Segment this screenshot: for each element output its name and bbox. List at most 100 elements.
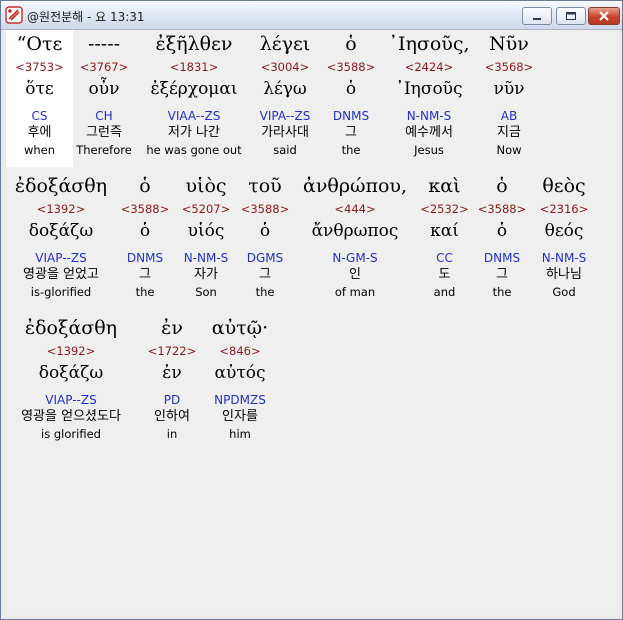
word-column[interactable]: ἀνθρώπου, <444> ἄνθρωπος N-GM-S 인 of man [296, 172, 414, 309]
word-column[interactable]: υἱὸς <5207> υἱός N-NM-S 자가 Son [175, 172, 237, 309]
strong-number: <2316> [539, 202, 589, 216]
greek-word: ᾿Ιησοῦς, [388, 33, 470, 55]
parsing-code: N-NM-S [183, 251, 229, 265]
strong-number: <3568> [484, 60, 534, 74]
korean-gloss: 후에 [27, 125, 52, 140]
word-column[interactable]: ἐδοξάσθη <1392> δοξάζω VIAP--ZS 영광을 얻었고 … [6, 172, 116, 309]
lemma: δοξάζω [28, 221, 94, 241]
lemma: θεός [544, 221, 584, 241]
word-column[interactable]: ᾿Ιησοῦς, <2424> ᾿Ιησοῦς N-NM-S 예수께서 Jesu… [384, 30, 474, 167]
word-column[interactable]: ἐξῆλθεν <1831> ἐξέρχομαι VIAA--ZS 저가 나간 … [139, 30, 249, 167]
word-column[interactable]: ἐδοξάσθη <1392> δοξάζω VIAP--ZS 영광을 얻으셨도… [6, 314, 136, 451]
lemma: ἐξέρχομαι [150, 79, 238, 99]
strong-number: <1722> [147, 344, 197, 358]
english-gloss: Therefore [76, 143, 132, 157]
app-logo-icon [5, 6, 23, 24]
greek-word: ἀνθρώπου, [303, 175, 407, 197]
word-column[interactable]: ὁ <3588> ὁ DNMS 그 the [475, 172, 529, 309]
greek-word: ὁ [345, 33, 357, 55]
strong-number: <5207> [181, 202, 231, 216]
english-gloss: Son [195, 285, 217, 299]
strong-number: <1831> [169, 60, 219, 74]
strong-number: <1392> [46, 344, 96, 358]
lemma: υἱός [187, 221, 225, 241]
word-column[interactable]: “Οτε <3753> ὅτε CS 후에 when [6, 30, 73, 167]
strong-number: <3588> [240, 202, 290, 216]
korean-gloss: 가라사대 [261, 125, 309, 140]
interlinear-view[interactable]: “Οτε <3753> ὅτε CS 후에 when ----- <3767> … [6, 30, 617, 615]
korean-gloss: 도 [438, 267, 451, 282]
word-column[interactable]: αὐτῷ· <846> αὐτός NPDMZS 인자를 him [204, 314, 276, 451]
word-column[interactable]: ὁ <3588> ὁ DNMS 그 the [324, 30, 378, 167]
parsing-code: CS [31, 109, 48, 123]
lemma: λέγω [263, 79, 307, 99]
english-gloss: in [166, 427, 178, 441]
english-gloss: and [433, 285, 456, 299]
greek-word: ἐξῆλθεν [155, 33, 233, 55]
english-gloss: is-glorified [30, 285, 92, 299]
parsing-code: DGMS [246, 251, 284, 265]
greek-word: ὁ [139, 175, 151, 197]
greek-word: ὁ [496, 175, 508, 197]
korean-gloss: 인 [349, 267, 361, 282]
strong-number: <444> [334, 202, 376, 216]
maximize-icon [566, 12, 576, 20]
korean-gloss: 예수께서 [405, 125, 453, 140]
strong-number: <3753> [15, 60, 64, 74]
maximize-button[interactable] [556, 7, 586, 25]
parsing-code: NPDMZS [214, 393, 266, 407]
greek-word: τοῦ [248, 175, 282, 197]
english-gloss: the [492, 285, 512, 299]
greek-word: καὶ [428, 175, 461, 197]
word-column[interactable]: θεὸς <2316> θεός N-NM-S 하나님 God [533, 172, 595, 309]
word-column[interactable]: ὁ <3588> ὁ DNMS 그 the [119, 172, 171, 309]
korean-gloss: 인자를 [222, 409, 258, 424]
strong-number: <2424> [404, 60, 454, 74]
strong-number: <846> [219, 344, 261, 358]
word-column[interactable]: τοῦ <3588> ὁ DGMS 그 the [238, 172, 292, 309]
korean-gloss: 하나님 [546, 267, 582, 282]
korean-gloss: 자가 [194, 267, 218, 282]
english-gloss: him [229, 427, 251, 441]
word-column[interactable]: καὶ <2532> καί CC 도 and [416, 172, 473, 309]
minimize-icon [533, 18, 541, 20]
greek-word: Νῦν [489, 33, 529, 55]
word-column[interactable]: Νῦν <3568> νῦν AB 지금 Now [480, 30, 538, 167]
parsing-code: VIAP--ZS [45, 393, 97, 407]
greek-word: ----- [87, 33, 121, 55]
parsing-code: N-NM-S [541, 251, 587, 265]
korean-gloss: 지금 [497, 125, 521, 140]
app-window: @원전분해 - 요 13:31 “Οτε <3753> ὅτε CS 후에 wh… [0, 0, 623, 620]
parsing-code: PD [163, 393, 181, 407]
korean-gloss: 영광을 얻었고 [23, 267, 99, 282]
parsing-code: AB [500, 109, 518, 123]
korean-gloss: 저가 나간 [168, 125, 220, 140]
lemma: καί [430, 221, 459, 241]
english-gloss: the [135, 285, 155, 299]
window-title: @원전분해 - 요 13:31 [27, 10, 145, 24]
minimize-button[interactable] [522, 7, 552, 25]
word-column[interactable]: ----- <3767> οὖν CH 그런즉 Therefore [76, 30, 132, 167]
english-gloss: Now [496, 143, 522, 157]
parsing-code: VIPA--ZS [259, 109, 311, 123]
title-bar[interactable]: @원전분해 - 요 13:31 [1, 1, 622, 30]
english-gloss: is glorified [41, 427, 101, 441]
word-column[interactable]: λέγει <3004> λέγω VIPA--ZS 가라사대 said [251, 30, 319, 167]
english-gloss: Jesus [414, 143, 444, 157]
greek-word: θεὸς [542, 175, 586, 197]
close-button[interactable] [588, 7, 620, 25]
english-gloss: the [341, 143, 361, 157]
parsing-code: VIAA--ZS [167, 109, 221, 123]
korean-gloss: 영광을 얻으셨도다 [21, 409, 121, 424]
strong-number: <3004> [260, 60, 310, 74]
english-gloss: God [552, 285, 576, 299]
strong-number: <1392> [36, 202, 86, 216]
korean-gloss: 그 [259, 267, 271, 282]
lemma: νῦν [493, 79, 525, 99]
word-column[interactable]: ἐν <1722> ἐν PD 인하여 in [144, 314, 200, 451]
parsing-code: DNMS [126, 251, 164, 265]
greek-word: λέγει [259, 33, 311, 55]
parsing-code: VIAP--ZS [35, 251, 87, 265]
korean-gloss: 그 [496, 267, 508, 282]
lemma: ᾿Ιησοῦς [395, 79, 463, 99]
